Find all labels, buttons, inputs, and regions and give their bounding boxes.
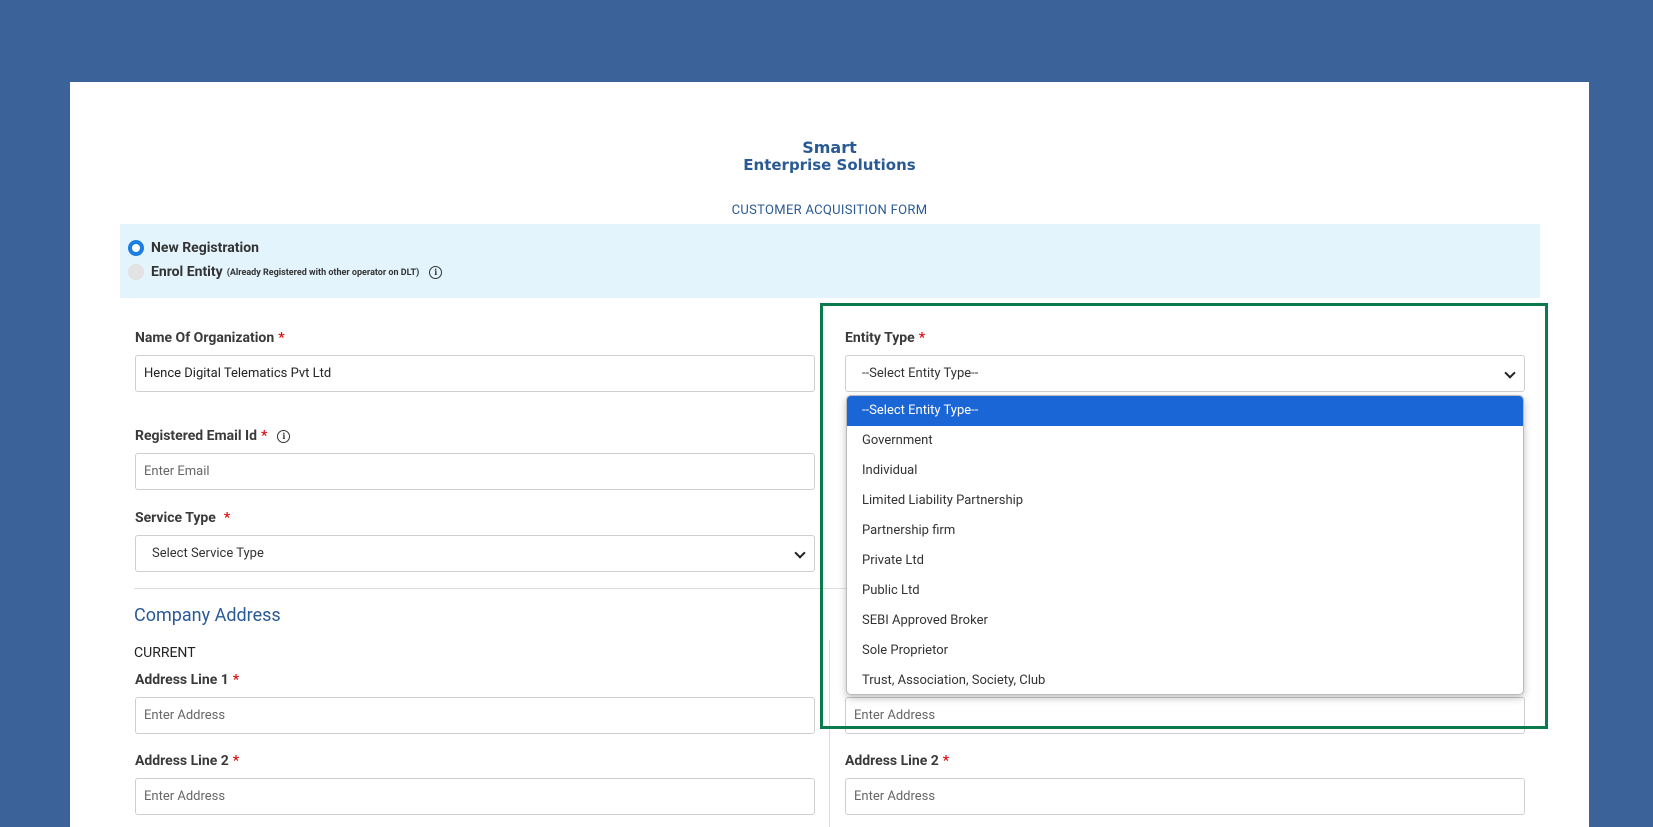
radio-new-registration[interactable]: New Registration (128, 240, 259, 256)
current-address-line2-label: Address Line 2 * (135, 753, 239, 769)
entity-type-option[interactable]: SEBI Approved Broker (847, 606, 1523, 636)
brand-subtitle: Enterprise Solutions (743, 156, 916, 174)
current-address-line1-input[interactable]: Enter Address (135, 697, 815, 734)
radio-new-registration-label: New Registration (151, 240, 259, 256)
service-type-select-value: Select Service Type (152, 546, 264, 561)
entity-type-dropdown-list: --Select Entity Type-- Government Indivi… (846, 395, 1524, 695)
entity-type-option[interactable]: Public Ltd (847, 576, 1523, 606)
address-column-divider (829, 640, 830, 827)
form-title: CUSTOMER ACQUISITION FORM (731, 203, 928, 218)
other-address-line2-label: Address Line 2 * (845, 753, 949, 769)
radio-selected-icon[interactable] (128, 240, 144, 256)
required-asterisk: * (232, 672, 240, 688)
current-address-heading: CURRENT (134, 645, 196, 661)
entity-type-option[interactable]: Sole Proprietor (847, 636, 1523, 666)
service-type-label: Service Type * (135, 510, 230, 526)
current-address-line2-input[interactable]: Enter Address (135, 778, 815, 815)
radio-enrol-entity[interactable]: Enrol Entity (Already Registered with ot… (128, 264, 443, 280)
service-type-select[interactable]: Select Service Type (135, 535, 815, 572)
email-label: Registered Email Id * i (135, 428, 291, 444)
entity-type-option[interactable]: Government (847, 426, 1523, 456)
company-address-title: Company Address (134, 605, 281, 626)
required-asterisk: * (918, 330, 926, 346)
registration-type-panel: New Registration Enrol Entity (Already R… (120, 224, 1540, 298)
email-input[interactable]: Enter Email (135, 453, 815, 490)
entity-type-label: Entity Type * (845, 330, 925, 346)
entity-type-option[interactable]: Limited Liability Partnership (847, 486, 1523, 516)
address-line2-label-text: Address Line 2 (845, 753, 939, 769)
current-address-line1-label: Address Line 1 * (135, 672, 239, 688)
entity-type-select-value: --Select Entity Type-- (862, 366, 979, 381)
address-line2-label-text: Address Line 2 (135, 753, 229, 769)
entity-type-option[interactable]: Trust, Association, Society, Club (847, 666, 1523, 694)
required-asterisk: * (942, 753, 950, 769)
required-asterisk: * (261, 428, 268, 444)
required-asterisk: * (232, 753, 240, 769)
entity-type-option[interactable]: Partnership firm (847, 516, 1523, 546)
entity-type-option[interactable]: Private Ltd (847, 546, 1523, 576)
required-asterisk: * (223, 510, 231, 526)
entity-type-option[interactable]: --Select Entity Type-- (847, 396, 1523, 426)
service-type-label-text: Service Type (135, 510, 216, 526)
entity-type-option[interactable]: Individual (847, 456, 1523, 486)
info-icon[interactable]: i (277, 429, 291, 443)
email-label-text: Registered Email Id (135, 428, 258, 444)
radio-enrol-entity-label: Enrol Entity (151, 264, 223, 280)
chevron-down-icon (794, 547, 806, 559)
org-name-label: Name Of Organization * (135, 330, 285, 346)
chevron-down-icon (1504, 367, 1516, 379)
enrol-entity-note: (Already Registered with other operator … (226, 268, 420, 278)
address-line1-label-text: Address Line 1 (135, 672, 229, 688)
radio-unselected-icon[interactable] (128, 264, 144, 280)
org-name-label-text: Name Of Organization (135, 330, 275, 346)
other-address-line1-input[interactable]: Enter Address (845, 697, 1525, 734)
brand-title: Smart (802, 138, 857, 157)
required-asterisk: * (278, 330, 285, 346)
entity-type-label-text: Entity Type (845, 330, 915, 346)
other-address-line2-input[interactable]: Enter Address (845, 778, 1525, 815)
entity-type-select[interactable]: --Select Entity Type-- (845, 355, 1525, 392)
info-icon[interactable]: i (429, 265, 443, 279)
org-name-input[interactable]: Hence Digital Telematics Pvt Ltd (135, 355, 815, 392)
